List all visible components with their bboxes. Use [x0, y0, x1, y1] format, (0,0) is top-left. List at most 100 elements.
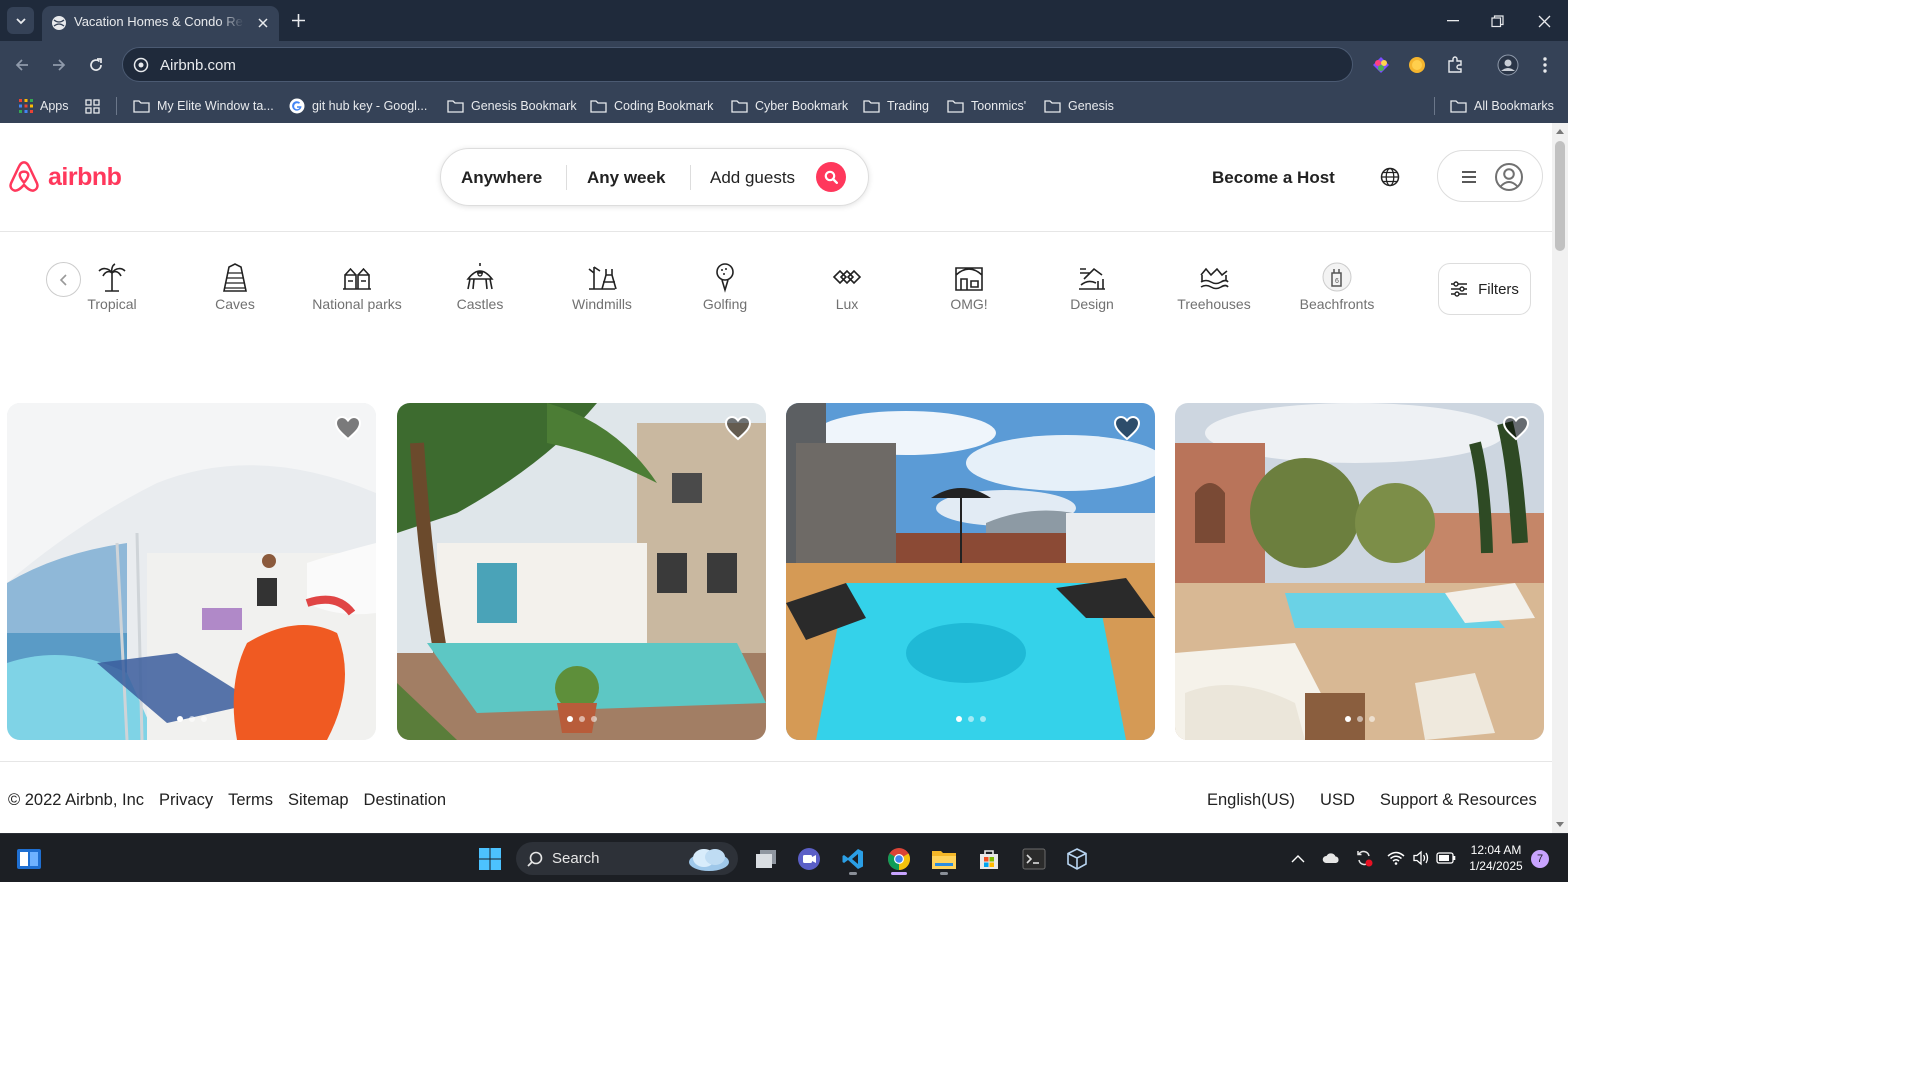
minimize-button[interactable]	[1442, 10, 1464, 32]
bookmark-apps[interactable]: Apps	[19, 95, 69, 117]
footer-language-link[interactable]: English(US)	[1207, 791, 1295, 810]
search-bar[interactable]: Anywhere Any week Add guests	[440, 148, 869, 206]
browser-menu-button[interactable]	[1534, 54, 1556, 76]
volume-tray[interactable]	[1411, 848, 1431, 868]
category-design[interactable]: Design	[1037, 260, 1147, 320]
bookmark-genesis-bookmark[interactable]: Genesis Bookmark	[447, 95, 577, 117]
category-omg[interactable]: OMG!	[914, 260, 1024, 320]
virtualbox-button[interactable]	[1062, 844, 1092, 874]
search-button[interactable]	[816, 162, 846, 192]
category-windmills[interactable]: Windmills	[547, 260, 657, 320]
profile-avatar-icon[interactable]	[1497, 54, 1519, 76]
scroll-down-arrow[interactable]	[1556, 822, 1564, 827]
taskbar-clock[interactable]: 12:04 AM 1/24/2025	[1464, 842, 1528, 874]
category-lux[interactable]: Lux	[792, 260, 902, 320]
heart-icon[interactable]	[1502, 415, 1530, 441]
onedrive-tray[interactable]	[1321, 848, 1341, 868]
search-anywhere[interactable]: Anywhere	[461, 168, 542, 188]
bookmark-coding[interactable]: Coding Bookmark	[590, 95, 713, 117]
footer-destination-link[interactable]: Destination	[364, 791, 447, 810]
heart-icon[interactable]	[1113, 415, 1141, 441]
carousel-dot[interactable]	[979, 716, 986, 722]
bookmark-genesis[interactable]: Genesis	[1044, 95, 1114, 117]
bookmark-github-key[interactable]: git hub key - Googl...	[289, 95, 427, 117]
close-window-button[interactable]	[1533, 10, 1555, 32]
category-national-parks[interactable]: National parks	[302, 260, 412, 320]
listing-card[interactable]	[1175, 403, 1544, 740]
file-explorer-button[interactable]	[929, 844, 959, 875]
category-caves[interactable]: Caves	[180, 260, 290, 320]
bookmark-trading[interactable]: Trading	[863, 95, 929, 117]
forward-button[interactable]	[47, 53, 71, 77]
carousel-dot[interactable]	[1368, 716, 1375, 722]
restore-button[interactable]	[1486, 10, 1508, 32]
carousel-dot[interactable]	[188, 716, 195, 722]
terminal-button[interactable]	[1019, 844, 1049, 874]
site-info-icon[interactable]	[133, 57, 149, 73]
listing-card[interactable]	[7, 403, 376, 740]
notification-badge[interactable]: 7	[1531, 850, 1549, 868]
carousel-dot[interactable]	[200, 716, 207, 722]
footer-terms-link[interactable]: Terms	[228, 791, 273, 810]
airbnb-logo[interactable]: airbnb	[6, 159, 122, 195]
tab-close-button[interactable]	[254, 14, 272, 32]
category-tropical[interactable]: Tropical	[57, 260, 167, 320]
carousel-dot[interactable]	[955, 716, 962, 722]
vscode-button[interactable]	[838, 844, 868, 875]
listing-card[interactable]	[786, 403, 1155, 740]
category-beachfronts[interactable]: 6 Beachfronts	[1282, 260, 1392, 320]
address-bar[interactable]: Airbnb.com	[122, 47, 1353, 82]
category-treehouses[interactable]: Treehouses	[1159, 260, 1269, 320]
show-hidden-icons-button[interactable]	[1288, 848, 1308, 868]
microsoft-store-button[interactable]	[974, 844, 1004, 874]
url-text[interactable]: Airbnb.com	[160, 57, 236, 74]
search-any-week[interactable]: Any week	[587, 168, 665, 188]
start-button[interactable]	[475, 844, 505, 874]
heart-icon[interactable]	[334, 415, 362, 441]
globe-language-icon[interactable]	[1380, 167, 1400, 187]
browser-tab-active[interactable]: Vacation Homes & Condo Rentals - Airbnb	[42, 6, 279, 41]
scroll-thumb[interactable]	[1555, 141, 1565, 251]
color-extension-icon[interactable]	[1370, 54, 1392, 76]
carousel-dot[interactable]	[566, 716, 573, 722]
widgets-button[interactable]	[14, 844, 44, 874]
carousel-dot[interactable]	[1344, 716, 1351, 722]
taskbar-search[interactable]: Search	[516, 842, 738, 875]
tab-groups-button[interactable]	[85, 95, 100, 117]
all-bookmarks-button[interactable]: All Bookmarks	[1450, 95, 1554, 117]
tab-search-button[interactable]	[7, 7, 34, 34]
heart-icon[interactable]	[724, 415, 752, 441]
wifi-tray[interactable]	[1386, 848, 1406, 868]
footer-privacy-link[interactable]: Privacy	[159, 791, 213, 810]
bookmark-toonmics[interactable]: Toonmics'	[947, 95, 1026, 117]
teams-button[interactable]	[794, 844, 824, 874]
bookmark-cyber[interactable]: Cyber Bookmark	[731, 95, 848, 117]
carousel-dot[interactable]	[176, 716, 183, 722]
listing-card[interactable]	[397, 403, 766, 740]
carousel-dot[interactable]	[1356, 716, 1363, 722]
search-add-guests[interactable]: Add guests	[710, 168, 795, 188]
chrome-button[interactable]	[884, 844, 914, 875]
user-menu-button[interactable]	[1437, 150, 1543, 202]
bookmark-elite-window[interactable]: My Elite Window ta...	[133, 95, 274, 117]
carousel-dot[interactable]	[967, 716, 974, 722]
sync-tray[interactable]	[1354, 848, 1374, 868]
category-castles[interactable]: Castles	[425, 260, 535, 320]
carousel-dot[interactable]	[578, 716, 585, 722]
carousel-dot[interactable]	[590, 716, 597, 722]
reload-button[interactable]	[84, 53, 108, 77]
footer-sitemap-link[interactable]: Sitemap	[288, 791, 349, 810]
coin-extension-icon[interactable]	[1406, 54, 1428, 76]
page-scrollbar[interactable]	[1552, 123, 1568, 833]
become-a-host-link[interactable]: Become a Host	[1212, 168, 1335, 188]
footer-support-link[interactable]: Support & Resources	[1380, 791, 1537, 810]
task-view-button[interactable]	[751, 844, 781, 874]
footer-currency-link[interactable]: USD	[1320, 791, 1355, 810]
new-tab-button[interactable]	[288, 10, 309, 31]
filters-button[interactable]: Filters	[1438, 263, 1531, 315]
back-button[interactable]	[10, 53, 34, 77]
battery-tray[interactable]	[1436, 848, 1456, 868]
scroll-up-arrow[interactable]	[1556, 129, 1564, 134]
extensions-puzzle-icon[interactable]	[1444, 54, 1466, 76]
category-golfing[interactable]: Golfing	[670, 260, 780, 320]
